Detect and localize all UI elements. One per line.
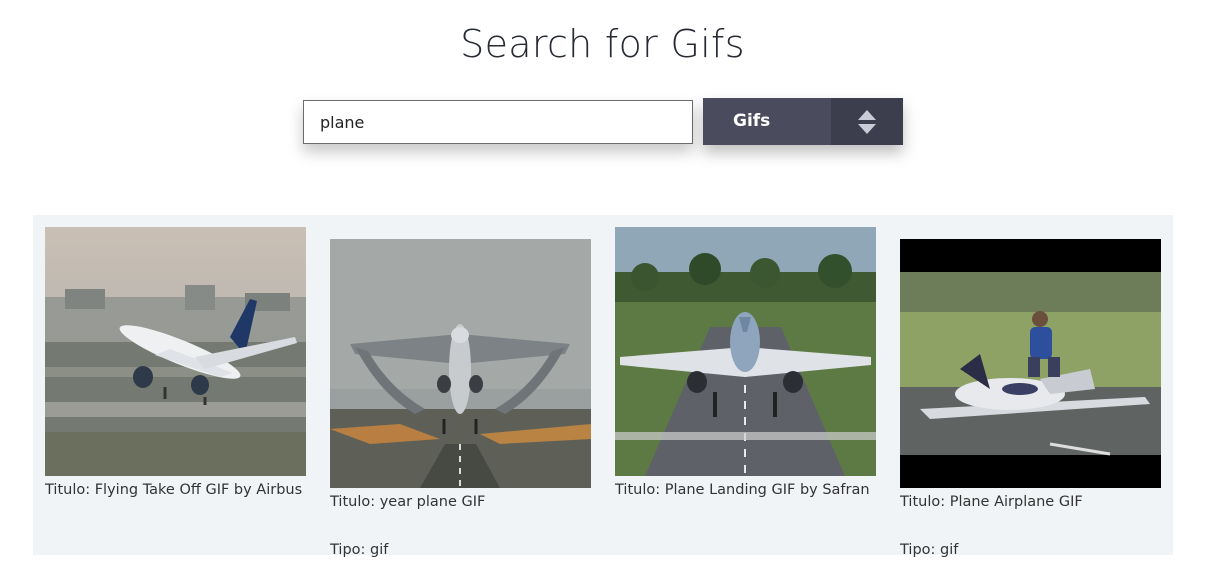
type-select-value: Gifs [733, 111, 771, 131]
gif-thumbnail[interactable] [900, 239, 1161, 488]
result-card[interactable]: Titulo: Flying Take Off GIF by Airbus [45, 227, 307, 502]
result-card[interactable]: Titulo: Plane Airplane GIF Tipo: gif [900, 239, 1162, 562]
page-title: Search for Gifs [460, 22, 745, 66]
result-card[interactable]: Titulo: Plane Landing GIF by Safran [615, 227, 877, 502]
result-title: Titulo: year plane GIF [330, 494, 486, 510]
result-title: Titulo: Plane Airplane GIF [900, 494, 1083, 510]
result-title: Titulo: Plane Landing GIF by Safran [615, 482, 870, 498]
select-arrows-icon [831, 98, 903, 145]
gif-thumbnail[interactable] [330, 239, 591, 488]
gif-thumbnail[interactable] [45, 227, 306, 476]
result-title: Titulo: Flying Take Off GIF by Airbus [45, 482, 303, 498]
results-grid: Titulo: Flying Take Off GIF by Airbus Ti… [33, 215, 1173, 558]
type-select[interactable]: Gifs [703, 98, 903, 145]
search-input[interactable] [303, 100, 693, 144]
result-card[interactable]: Titulo: year plane GIF Tipo: gif [330, 239, 592, 562]
gif-thumbnail[interactable] [615, 227, 876, 476]
